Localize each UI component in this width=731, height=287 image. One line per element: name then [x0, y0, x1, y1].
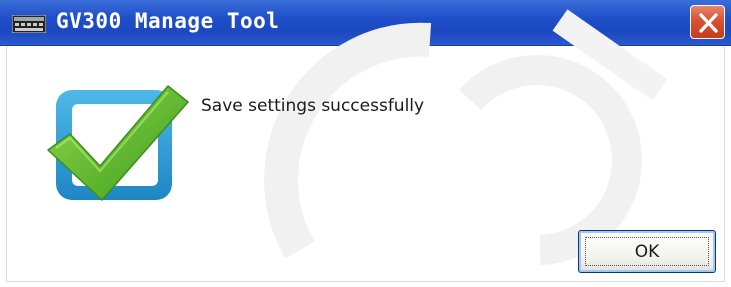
- checkmark-icon: [47, 85, 189, 201]
- app-window-icon: [12, 15, 46, 33]
- dialog-window: GV300 Manage Tool Save settings successf…: [0, 0, 731, 287]
- ok-button-label: OK: [634, 241, 660, 262]
- message-text: Save settings successfully: [201, 96, 425, 116]
- close-button[interactable]: [690, 5, 725, 39]
- window-title: GV300 Manage Tool: [56, 9, 280, 33]
- ok-button[interactable]: OK: [578, 230, 716, 273]
- title-bar[interactable]: GV300 Manage Tool: [0, 0, 731, 46]
- close-icon: [699, 13, 718, 33]
